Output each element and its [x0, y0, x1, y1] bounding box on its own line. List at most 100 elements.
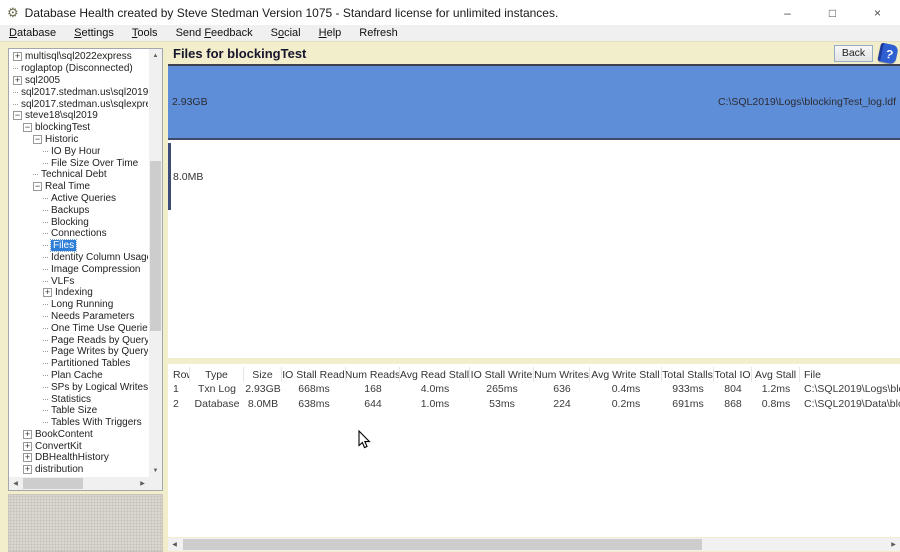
menu-item-settings[interactable]: Settings [65, 26, 123, 40]
table-cell: 8.0MB [244, 397, 282, 412]
column-header-row[interactable]: Row [168, 367, 190, 382]
expand-icon[interactable]: + [23, 430, 32, 439]
column-header-num-writes[interactable]: Num Writes [534, 367, 590, 382]
collapse-icon[interactable]: − [33, 182, 42, 191]
tree-item-technical-debt[interactable]: Technical Debt [10, 169, 148, 181]
tree-horizontal-scrollbar[interactable]: ◀ ▶ [9, 477, 149, 490]
expand-icon[interactable]: + [23, 465, 32, 474]
tree-item-roglaptop-disconnected[interactable]: roglaptop (Disconnected) [10, 63, 148, 75]
tree-item-needs-parameters[interactable]: Needs Parameters [10, 311, 148, 323]
tree-item-real-time[interactable]: −Real Time [10, 181, 148, 193]
column-header-file[interactable]: File [800, 367, 900, 382]
column-header-io-stall-write[interactable]: IO Stall Write [470, 367, 534, 382]
tree-item-files[interactable]: Files [10, 240, 148, 252]
tree-item-label: steve18\sql2019 [25, 110, 98, 121]
tree-item-label: Technical Debt [41, 169, 107, 180]
chart-bar-database[interactable] [168, 143, 171, 210]
tree-item-sql2005[interactable]: +sql2005 [10, 75, 148, 87]
tree-item-label: DBHealthHistory [35, 452, 109, 463]
tree-connector [43, 410, 48, 411]
menu-item-tools[interactable]: Tools [123, 26, 167, 40]
expand-icon[interactable]: + [13, 52, 22, 61]
tree-vertical-scrollbar[interactable]: ▲ ▼ [149, 49, 162, 477]
main-horizontal-scrollbar[interactable]: ◀ ▶ [168, 538, 900, 551]
scroll-right-icon[interactable]: ▶ [136, 477, 149, 490]
tree-item-backups[interactable]: Backups [10, 204, 148, 216]
tree-item-sql2017-stedman-us-sql2019-disc[interactable]: sql2017.stedman.us\sql2019 (Disc [10, 86, 148, 98]
minimize-button[interactable]: – [765, 0, 810, 25]
collapse-icon[interactable]: − [33, 135, 42, 144]
tree-item-indexing[interactable]: +Indexing [10, 287, 148, 299]
table-row[interactable]: 1Txn Log2.93GB668ms1684.0ms265ms6360.4ms… [168, 382, 900, 397]
tree-item-bookcontent[interactable]: +BookContent [10, 429, 148, 441]
help-icon[interactable]: ? [877, 42, 899, 64]
tree-item-blocking[interactable]: Blocking [10, 216, 148, 228]
tree-item-one-time-use-queries[interactable]: One Time Use Queries [10, 322, 148, 334]
tree-item-page-writes-by-query[interactable]: Page Writes by Query [10, 346, 148, 358]
tree-item-dbhealthhistory[interactable]: +DBHealthHistory [10, 452, 148, 464]
column-header-total-stalls[interactable]: Total Stalls [662, 367, 714, 382]
tree-item-multisql-sql2022express[interactable]: +multisql\sql2022express [10, 51, 148, 63]
menu-item-social[interactable]: Social [262, 26, 310, 40]
tree-item-page-reads-by-query[interactable]: Page Reads by Query [10, 334, 148, 346]
expand-icon[interactable]: + [23, 453, 32, 462]
tree-item-long-running[interactable]: Long Running [10, 299, 148, 311]
tree-item-vlfs[interactable]: VLFs [10, 275, 148, 287]
menu-item-send-feedback[interactable]: Send Feedback [167, 26, 262, 40]
column-header-io-stall-read[interactable]: IO Stall Read [282, 367, 346, 382]
tree-item-label: Historic [45, 134, 78, 145]
back-button[interactable]: Back [834, 45, 873, 62]
column-header-total-io[interactable]: Total IO [714, 367, 752, 382]
tree-item-partitioned-tables[interactable]: Partitioned Tables [10, 358, 148, 370]
column-header-avg-read-stall[interactable]: Avg Read Stall [400, 367, 470, 382]
tree-view: +multisql\sql2022expressroglaptop (Disco… [10, 51, 148, 476]
tree-connector [43, 210, 48, 211]
expand-icon[interactable]: + [23, 442, 32, 451]
menu-item-refresh[interactable]: Refresh [350, 26, 407, 40]
column-header-type[interactable]: Type [190, 367, 244, 382]
tree-item-tables-with-triggers[interactable]: Tables With Triggers [10, 417, 148, 429]
tree-item-image-compression[interactable]: Image Compression [10, 263, 148, 275]
tree-item-convertkit[interactable]: +ConvertKit [10, 440, 148, 452]
column-header-size[interactable]: Size [244, 367, 282, 382]
scroll-left-icon[interactable]: ◀ [9, 477, 22, 490]
tree-item-blockingtest[interactable]: −blockingTest [10, 122, 148, 134]
tree-item-plan-cache[interactable]: Plan Cache [10, 370, 148, 382]
collapse-icon[interactable]: − [23, 123, 32, 132]
table-cell: C:\SQL2019\Data\blocking [800, 397, 900, 412]
tree-item-distribution[interactable]: +distribution [10, 464, 148, 476]
main-panel: Files for blockingTest Back ? 2.93GB C:\… [163, 42, 900, 552]
tree-item-table-size[interactable]: Table Size [10, 405, 148, 417]
expand-icon[interactable]: + [13, 76, 22, 85]
tree-hscroll-thumb[interactable] [23, 478, 83, 489]
menu-item-help[interactable]: Help [310, 26, 351, 40]
tree-item-active-queries[interactable]: Active Queries [10, 193, 148, 205]
close-button[interactable]: × [855, 0, 900, 25]
tree-vscroll-thumb[interactable] [150, 161, 161, 331]
main-hscroll-thumb[interactable] [183, 539, 702, 550]
scroll-left-icon[interactable]: ◀ [168, 538, 181, 551]
tree-item-steve18-sql2019[interactable]: −steve18\sql2019 [10, 110, 148, 122]
menu-item-database[interactable]: Database [0, 26, 65, 40]
column-header-avg-stall[interactable]: Avg Stall [752, 367, 800, 382]
column-header-num-reads[interactable]: Num Reads [346, 367, 400, 382]
collapse-icon[interactable]: − [13, 111, 22, 120]
table-row[interactable]: 2Database8.0MB638ms6441.0ms53ms2240.2ms6… [168, 397, 900, 412]
tree-item-connections[interactable]: Connections [10, 228, 148, 240]
maximize-button[interactable]: □ [810, 0, 855, 25]
tree-item-historic[interactable]: −Historic [10, 134, 148, 146]
expand-icon[interactable]: + [43, 288, 52, 297]
tree-item-io-by-hour[interactable]: IO By Hour [10, 145, 148, 157]
column-header-avg-write-stall[interactable]: Avg Write Stall [590, 367, 662, 382]
tree-connector [43, 422, 48, 423]
tree-item-identity-column-usage[interactable]: Identity Column Usage [10, 252, 148, 264]
tree-item-sql2017-stedman-us-sqlexpress-dis[interactable]: sql2017.stedman.us\sqlexpress (Dis [10, 98, 148, 110]
scroll-up-icon[interactable]: ▲ [149, 49, 162, 62]
scroll-down-icon[interactable]: ▼ [149, 464, 162, 477]
scroll-right-icon[interactable]: ▶ [887, 538, 900, 551]
tree-item-sps-by-logical-writes[interactable]: SPs by Logical Writes [10, 381, 148, 393]
chart-bar-txn-log[interactable]: 2.93GB C:\SQL2019\Logs\blockingTest_log.… [168, 66, 900, 140]
table-cell: 933ms [662, 382, 714, 397]
tree-item-file-size-over-time[interactable]: File Size Over Time [10, 157, 148, 169]
tree-item-statistics[interactable]: Statistics [10, 393, 148, 405]
